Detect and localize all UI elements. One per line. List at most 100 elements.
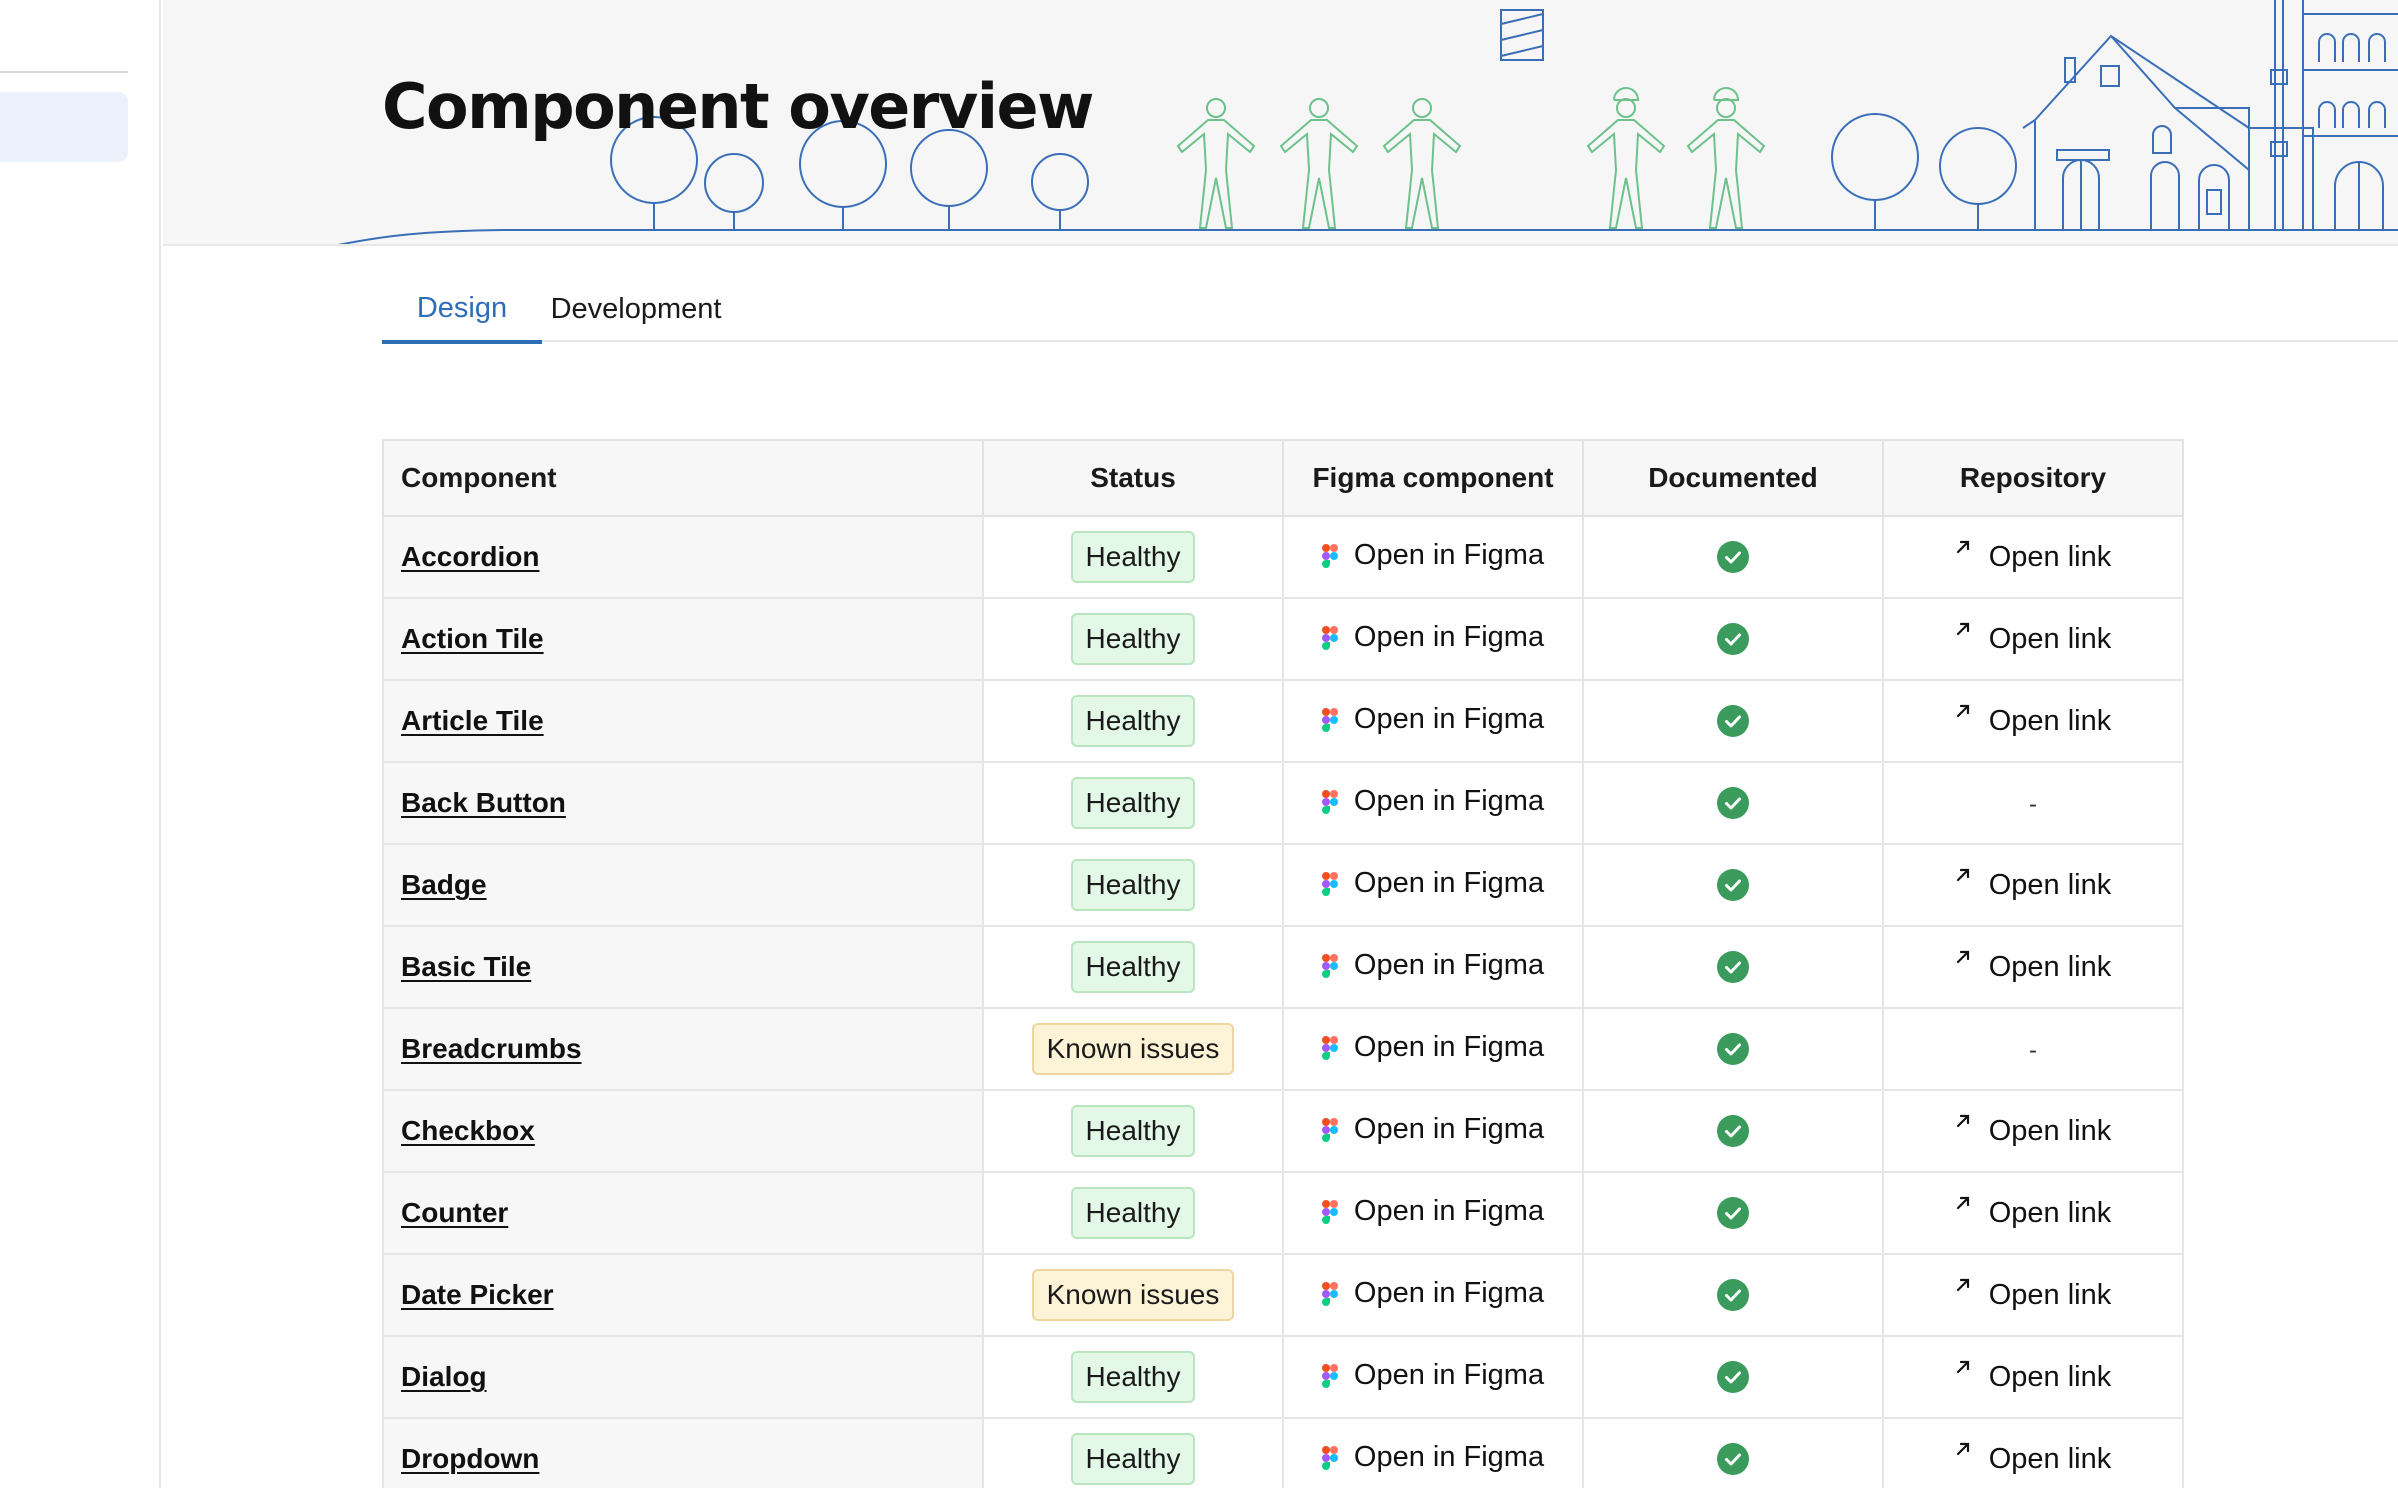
external-arrow-icon	[1956, 1279, 1969, 1292]
figma-link-label: Open in Figma	[1353, 867, 1545, 900]
figma-icon	[1321, 1281, 1338, 1306]
cell-figma: Open in Figma	[1282, 597, 1584, 681]
tab-development[interactable]: Development	[542, 276, 730, 342]
tab-design[interactable]: Design	[382, 276, 542, 344]
component-link[interactable]: Action Tile	[401, 623, 544, 654]
cell-component: Article Tile	[382, 679, 984, 763]
cell-figma: Open in Figma	[1282, 1171, 1584, 1255]
cell-component: Badge	[382, 843, 984, 927]
component-link[interactable]: Dropdown	[401, 1443, 539, 1474]
status-badge: Healthy	[1070, 1105, 1196, 1157]
cell-status: Healthy	[982, 597, 1284, 681]
cell-repository: Open link	[1882, 1335, 2184, 1419]
figma-link-label: Open in Figma	[1353, 1359, 1545, 1392]
component-link[interactable]: Breadcrumbs	[401, 1033, 582, 1064]
figma-icon	[1321, 953, 1338, 978]
figma-link-label: Open in Figma	[1353, 1031, 1545, 1064]
open-repository-link[interactable]: Open link	[1955, 1361, 2111, 1394]
repository-link-label: Open link	[1988, 1278, 2112, 1311]
check-circle-icon	[1717, 705, 1749, 738]
status-badge: Healthy	[1070, 941, 1196, 993]
cell-documented	[1582, 597, 1884, 681]
open-repository-link[interactable]: Open link	[1955, 541, 2111, 574]
table-row: Dropdown Healthy Open in Figma Open link	[382, 1417, 2184, 1488]
component-link[interactable]: Back Button	[401, 787, 566, 818]
repository-link-label: Open link	[1988, 868, 2112, 901]
status-badge: Healthy	[1070, 613, 1196, 665]
header-figma-component[interactable]: Figma component	[1282, 439, 1584, 517]
header-documented[interactable]: Documented	[1582, 439, 1884, 517]
table-row: Basic Tile Healthy Open in Figma Open link	[382, 925, 2184, 1009]
open-in-figma-link[interactable]: Open in Figma	[1321, 1113, 1544, 1146]
figma-link-label: Open in Figma	[1353, 1195, 1545, 1228]
component-link[interactable]: Basic Tile	[401, 951, 531, 982]
repository-link-label: Open link	[1988, 1442, 2112, 1475]
open-in-figma-link[interactable]: Open in Figma	[1321, 621, 1544, 654]
check-circle-icon	[1717, 1279, 1749, 1312]
external-arrow-icon	[1956, 541, 1969, 554]
open-repository-link[interactable]: Open link	[1955, 705, 2111, 738]
figma-icon	[1321, 625, 1338, 650]
component-table-container: Component Status Figma component Documen…	[382, 439, 2184, 1488]
open-in-figma-link[interactable]: Open in Figma	[1321, 703, 1544, 736]
open-in-figma-link[interactable]: Open in Figma	[1321, 539, 1545, 572]
table-row: Action Tile Healthy Open in Figma Open link	[382, 597, 2184, 681]
header-status[interactable]: Status	[982, 439, 1284, 517]
figma-link-label: Open in Figma	[1353, 949, 1545, 982]
open-repository-link[interactable]: Open link	[1955, 950, 2112, 984]
repository-link-label: Open link	[1988, 950, 2112, 983]
component-link[interactable]: Badge	[401, 869, 487, 900]
open-in-figma-link[interactable]: Open in Figma	[1321, 1359, 1545, 1392]
cell-component: Breadcrumbs	[382, 1007, 984, 1091]
page-header: Component overview	[163, 0, 2398, 246]
component-link[interactable]: Counter	[401, 1197, 508, 1228]
open-in-figma-link[interactable]: Open in Figma	[1321, 867, 1545, 900]
table-row: Accordion Healthy Open in Figma Open link	[382, 515, 2184, 599]
table-row: Badge Healthy Open in Figma Open link	[382, 843, 2184, 927]
cell-component: Back Button	[382, 761, 984, 845]
sidebar	[0, 0, 161, 1488]
open-in-figma-link[interactable]: Open in Figma	[1321, 1277, 1544, 1310]
figma-icon	[1321, 1035, 1338, 1060]
sidebar-item-active[interactable]	[0, 92, 128, 162]
cell-documented	[1582, 679, 1884, 763]
header-repository[interactable]: Repository	[1882, 439, 2184, 517]
open-in-figma-link[interactable]: Open in Figma	[1321, 1441, 1544, 1474]
component-link[interactable]: Checkbox	[401, 1115, 535, 1146]
component-link[interactable]: Article Tile	[401, 705, 544, 736]
cell-status: Known issues	[982, 1007, 1284, 1091]
open-repository-link[interactable]: Open link	[1955, 868, 2112, 902]
cell-component: Action Tile	[382, 597, 984, 681]
open-in-figma-link[interactable]: Open in Figma	[1321, 1195, 1545, 1228]
component-link[interactable]: Date Picker	[401, 1279, 554, 1310]
cell-figma: Open in Figma	[1282, 1089, 1584, 1173]
cell-status: Healthy	[982, 761, 1284, 845]
repository-link-label: Open link	[1988, 1196, 2112, 1229]
figma-link-label: Open in Figma	[1353, 539, 1545, 572]
component-link[interactable]: Accordion	[401, 541, 539, 572]
cell-status: Healthy	[982, 1417, 1284, 1488]
table-header-row: Component Status Figma component Documen…	[382, 439, 2184, 517]
cell-repository: Open link	[1882, 597, 2184, 681]
status-badge: Healthy	[1070, 695, 1196, 747]
cell-figma: Open in Figma	[1282, 925, 1584, 1009]
figma-icon	[1321, 1363, 1338, 1388]
cell-documented	[1582, 1089, 1884, 1173]
open-in-figma-link[interactable]: Open in Figma	[1321, 785, 1544, 818]
check-circle-icon	[1717, 1361, 1749, 1394]
open-repository-link[interactable]: Open link	[1955, 1278, 2112, 1312]
check-circle-icon	[1717, 787, 1749, 820]
figma-icon	[1321, 1445, 1338, 1470]
open-repository-link[interactable]: Open link	[1955, 1196, 2112, 1230]
open-repository-link[interactable]: Open link	[1955, 623, 2111, 656]
cell-documented	[1582, 1253, 1884, 1337]
open-repository-link[interactable]: Open link	[1955, 1442, 2112, 1476]
header-component[interactable]: Component	[382, 439, 984, 517]
open-in-figma-link[interactable]: Open in Figma	[1321, 949, 1545, 982]
component-link[interactable]: Dialog	[401, 1361, 487, 1392]
open-repository-link[interactable]: Open link	[1955, 1115, 2111, 1148]
external-arrow-icon	[1956, 869, 1969, 882]
open-in-figma-link[interactable]: Open in Figma	[1321, 1031, 1545, 1064]
cell-documented	[1582, 843, 1884, 927]
cell-repository: Open link	[1882, 1171, 2184, 1255]
